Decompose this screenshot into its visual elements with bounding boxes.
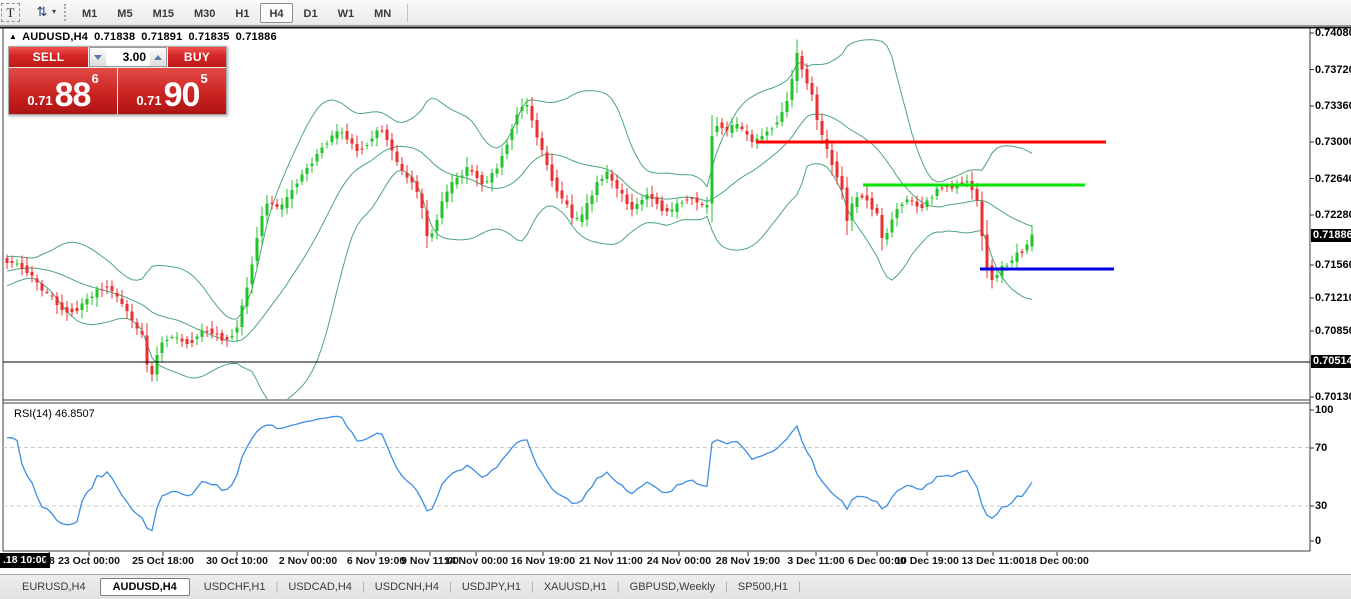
chart-tab-usdjpy[interactable]: USDJPY,H1 [456,581,527,593]
time-axis-label: 21 Nov 11:00 [579,555,643,567]
rsi-axis-label: 100 [1315,404,1334,416]
time-axis-label: 23 Oct 00:00 [58,555,120,567]
tab-separator: | [448,581,452,593]
time-axis-label: 25 Oct 18:00 [132,555,194,567]
chart-tab-audusd[interactable]: AUDUSD,H4 [99,578,190,596]
volume-increase-button[interactable] [150,48,166,66]
sell-price-prefix: 0.71 [27,93,53,108]
rsi-pane[interactable] [4,404,1310,550]
open-value: 0.71838 [94,31,136,43]
volume-stepper: 3.00 [89,47,167,67]
buy-button[interactable]: BUY [168,47,226,67]
chart-tab-usdcnh[interactable]: USDCNH,H4 [369,581,445,593]
price-axis-label: 0.73360 [1315,100,1351,112]
chart-tab-gbpusd[interactable]: GBPUSD,Weekly [624,581,721,593]
buy-price-main: 90 [163,76,201,115]
time-axis-label: 14 Nov 00:00 [443,555,509,567]
mt4-window: T ⇅ ▾ M1 M5 M15 M30 H1 H4 D1 W1 MN ▲ AUDUSD,H4 0.7… [0,0,1351,599]
rsi-axis-label: 0 [1315,535,1322,547]
rsi-axis-label: 70 [1315,442,1328,454]
sell-button[interactable]: SELL [9,47,88,67]
price-axis-label: 0.71210 [1315,292,1351,304]
symbol-label: AUDUSD,H4 [22,31,89,43]
time-axis-label: 18 [43,555,55,567]
time-axis-label: 24 Nov 00:00 [646,555,712,567]
caret-up-icon [154,54,162,60]
buy-price-prefix: 0.71 [136,93,162,108]
close-value: 0.71886 [235,31,277,43]
buy-price-pip: 5 [200,71,208,86]
time-axis-label: 13 Dec 11:00 [961,555,1025,567]
tab-separator: | [725,581,728,593]
time-axis-label: 30 Oct 10:00 [206,555,268,567]
current-price-badge: 0.71886 [1311,228,1351,242]
chart-tab-usdcad[interactable]: USDCAD,H4 [282,581,358,593]
one-click-trade-panel: SELL 3.00 BUY 0.71 88 6 0.71 90 5 [8,46,227,115]
price-axis-label: 0.73720 [1315,63,1351,76]
symbol-tab-bar: EURUSD,H4 AUDUSD,H4 USDCHF,H1 | USDCAD,H4 | US… [0,574,1351,599]
price-axis-label: 0.73000 [1315,136,1351,148]
time-axis-label: 6 Nov 19:00 [346,555,406,567]
price-axis-label: 0.71560 [1315,259,1351,271]
chart-tab-eurusd[interactable]: EURUSD,H4 [16,581,92,593]
sell-price-pip: 6 [91,71,99,86]
price-axis-label: 0.72640 [1315,172,1351,185]
time-axis-label: 2 Nov 00:00 [278,555,338,567]
tab-separator: | [275,581,279,593]
rsi-indicator-label: RSI(14) 46.8507 [14,408,95,420]
rsi-axis-label: 30 [1315,500,1328,512]
chart-tab-usdchf[interactable]: USDCHF,H1 [198,581,272,593]
sell-price-quote[interactable]: 0.71 88 6 [9,68,117,114]
price-axis-label: 0.70130 [1315,391,1351,403]
chart-title: ▲ AUDUSD,H4 0.71838 0.71891 0.71835 0.71886 [9,31,277,43]
price-axis-label: 0.72280 [1315,209,1351,221]
price-axis-label: 0.74080 [1315,27,1351,39]
time-axis-label: 28 Nov 19:00 [715,555,781,567]
tab-separator: | [530,581,534,593]
tab-separator: | [798,581,801,593]
price-axis-label: 0.70850 [1315,325,1351,337]
chart-tab-xauusd[interactable]: XAUUSD,H1 [538,581,613,593]
time-axis-label: 18 Dec 00:00 [1025,555,1089,567]
caret-down-icon [94,54,102,60]
volume-decrease-button[interactable] [90,48,106,66]
chart-tab-sp500[interactable]: SP500,H1 [732,581,794,593]
time-axis-label: 16 Nov 19:00 [510,555,576,567]
buy-price-quote[interactable]: 0.71 90 5 [118,68,226,114]
tab-separator: | [616,581,620,593]
time-axis-label: 10 Dec 19:00 [895,555,959,567]
low-value: 0.71835 [188,31,230,43]
sell-price-main: 88 [54,76,92,115]
collapse-marker-icon[interactable]: ▲ [9,32,17,41]
time-axis-label: 3 Dec 11:00 [787,555,845,567]
tab-separator: | [361,581,365,593]
volume-input[interactable]: 3.00 [106,48,150,66]
high-value: 0.71891 [141,31,183,43]
level-price-badge: 0.70514 [1311,355,1351,369]
